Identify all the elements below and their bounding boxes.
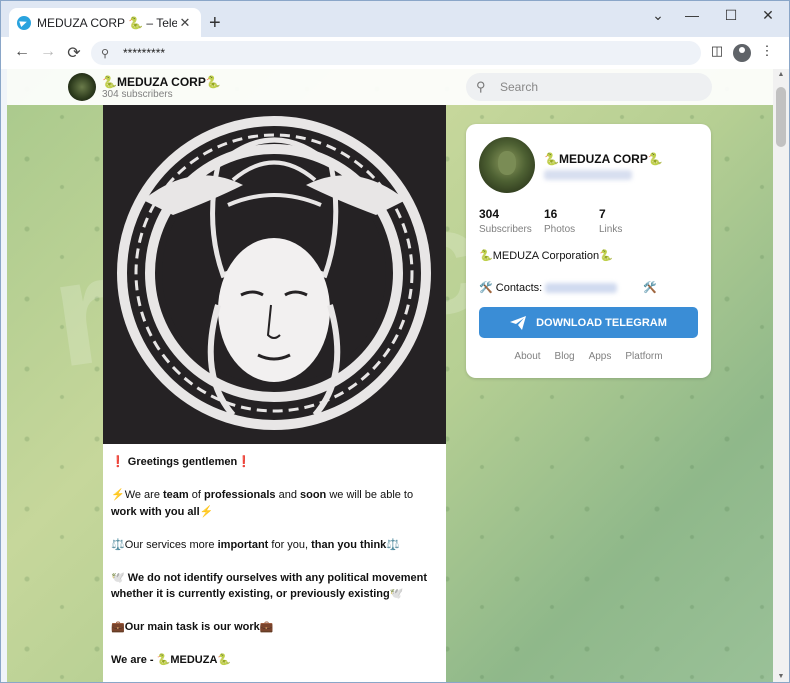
channel-header: 🐍MEDUZA CORP🐍 304 subscribers ⚲ Search	[7, 69, 773, 105]
stat-photos: 16 Photos	[544, 207, 575, 235]
post-text-segment: soon	[300, 489, 327, 501]
medusa-illustration	[117, 116, 431, 430]
post-text-segment: ⚖️Our services more	[111, 538, 218, 551]
tab-close-icon[interactable]: ✕	[177, 15, 193, 31]
card-links: About Blog Apps Platform	[466, 351, 711, 362]
post-text-segment: ⚡	[199, 505, 214, 518]
search-input[interactable]: ⚲ Search	[466, 73, 712, 101]
post-text-segment: Greetings gentlemen	[127, 456, 238, 468]
channel-subscribers: 304 subscribers	[102, 89, 173, 100]
channel-info-card: 🐍MEDUZA CORP🐍 304 Subscribers 16 Photos …	[466, 124, 711, 378]
post-paragraph: 🕊️ We do not identify ourselves with any…	[111, 570, 438, 603]
link-apps[interactable]: Apps	[589, 351, 612, 362]
stat-label: Links	[599, 224, 623, 235]
contacts-suffix: 🛠️	[643, 282, 657, 294]
post-paragraph: ❗ Greetings gentlemen❗	[111, 454, 438, 471]
post-text-segment: for you,	[268, 538, 312, 551]
post-text-segment: and	[275, 489, 300, 501]
link-about[interactable]: About	[514, 351, 540, 362]
contacts-label: 🛠️ Contacts:	[479, 282, 543, 294]
post-text-segment: Our main task is our work	[124, 621, 260, 633]
post-text-segment: ⚖️	[386, 538, 401, 551]
card-contacts: 🛠️ Contacts: 🛠️	[479, 281, 657, 294]
post-text-segment: ❗	[237, 456, 251, 468]
forward-button[interactable]: →	[37, 43, 59, 61]
post-text-segment: We do not identify ourselves with any po…	[111, 571, 428, 601]
channel-post: ❗ Greetings gentlemen❗ ⚡We are team of pr…	[103, 105, 446, 682]
telegram-icon	[17, 15, 31, 30]
post-text-segment: 🕊️	[111, 571, 128, 584]
minimize-button[interactable]: —	[677, 7, 707, 23]
post-text-segment: ❗	[111, 456, 128, 468]
post-paragraph: We are - 🐍MEDUZA🐍	[111, 652, 438, 669]
telegram-page: risk.c 🐍MEDUZA CORP🐍 304 subscribers ⚲ S…	[7, 69, 773, 682]
search-placeholder: Search	[500, 80, 539, 94]
stat-links: 7 Links	[599, 207, 622, 235]
paper-plane-icon	[510, 315, 527, 330]
maximize-button[interactable]: ☐	[716, 7, 746, 24]
tab-bar: MEDUZA CORP 🐍 – Telegram ✕ + ⌄ — ☐ ✕	[1, 1, 789, 37]
download-label: DOWNLOAD TELEGRAM	[536, 316, 667, 329]
search-icon: ⚲	[476, 79, 486, 94]
new-tab-button[interactable]: +	[209, 13, 221, 33]
post-text-segment: than you think	[311, 538, 387, 551]
stat-subscribers: 304 Subscribers	[479, 207, 532, 235]
contacts-handle-blurred[interactable]	[545, 282, 618, 293]
profile-icon[interactable]	[732, 43, 752, 63]
reload-button[interactable]: ⟳	[63, 43, 85, 63]
channel-name: 🐍MEDUZA CORP🐍	[102, 75, 221, 89]
browser-toolbar: ← → ⟳ ⚲ ********* ◫ ⋮	[1, 37, 789, 69]
tab-search-chevron-icon[interactable]: ⌄	[643, 7, 673, 24]
search-icon: ⚲	[101, 47, 110, 60]
post-text-segment: 🕊️	[389, 588, 404, 600]
page-scrollbar[interactable]: ▲ ▼	[773, 69, 789, 682]
tab-telegram[interactable]: MEDUZA CORP 🐍 – Telegram ✕	[9, 8, 201, 37]
post-text-segment: important	[217, 538, 269, 551]
post-text-segment: We are -	[111, 654, 157, 666]
post-text-segment: of	[188, 489, 204, 501]
stat-label: Photos	[544, 224, 576, 235]
post-text: ❗ Greetings gentlemen❗ ⚡We are team of pr…	[103, 444, 446, 682]
post-text-segment: ⚡We are	[111, 489, 164, 501]
post-text-segment: professionals	[204, 489, 276, 501]
scroll-down-icon[interactable]: ▼	[773, 671, 789, 682]
link-platform[interactable]: Platform	[625, 351, 662, 362]
back-button[interactable]: ←	[11, 43, 33, 61]
post-text-segment: work with you all	[111, 505, 200, 518]
post-text-segment: team	[163, 489, 189, 501]
link-blog[interactable]: Blog	[555, 351, 575, 362]
card-avatar	[479, 137, 535, 193]
side-panel-icon[interactable]: ◫	[707, 43, 727, 63]
address-url: *********	[123, 46, 166, 60]
address-bar[interactable]: ⚲ *********	[91, 41, 701, 65]
scroll-thumb[interactable]	[776, 87, 786, 147]
post-text-segment: 💼	[259, 621, 274, 633]
post-paragraph: ⚖️Our services more important for you, t…	[111, 537, 438, 554]
kebab-menu-icon[interactable]: ⋮	[757, 43, 777, 63]
download-telegram-button[interactable]: DOWNLOAD TELEGRAM	[479, 307, 698, 338]
card-channel-name: 🐍MEDUZA CORP🐍	[544, 152, 663, 166]
scroll-up-icon[interactable]: ▲	[773, 69, 789, 81]
stat-value: 7	[599, 207, 606, 221]
tab-title: MEDUZA CORP 🐍 – Telegram	[37, 15, 177, 30]
post-paragraph: ⚡We are team of professionals and soon w…	[111, 487, 438, 520]
card-handle-blurred	[544, 170, 632, 180]
stat-label: Subscribers	[479, 224, 532, 235]
post-text-segment: we will be able to	[326, 489, 414, 501]
close-window-button[interactable]: ✕	[753, 7, 783, 24]
post-text-segment: 💼	[111, 621, 125, 633]
channel-avatar[interactable]	[68, 73, 96, 101]
stat-value: 304	[479, 207, 500, 221]
post-paragraph: 💼Our main task is our work💼	[111, 619, 438, 636]
browser-window: MEDUZA CORP 🐍 – Telegram ✕ + ⌄ — ☐ ✕ ← →…	[0, 0, 790, 683]
post-text-segment: 🐍MEDUZA🐍	[156, 654, 232, 666]
stat-value: 16	[544, 207, 558, 221]
post-image-medusa[interactable]	[103, 105, 446, 444]
card-description: 🐍MEDUZA Corporation🐍	[479, 250, 613, 262]
